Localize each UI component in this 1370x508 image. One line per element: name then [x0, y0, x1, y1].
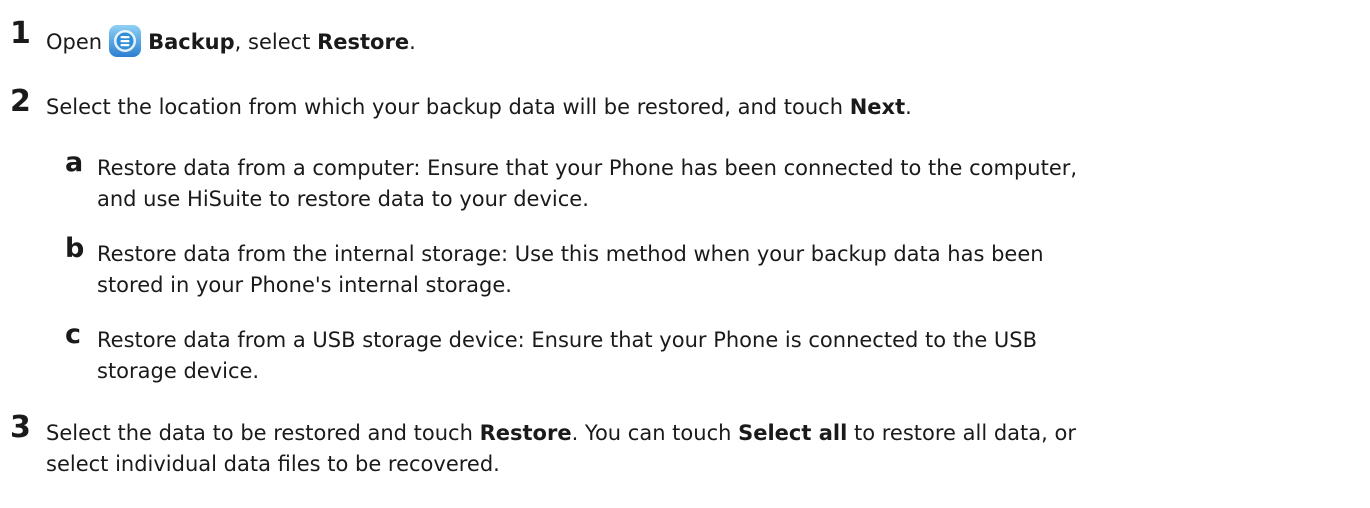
substep-a: a Restore data from a computer: Ensure t…: [60, 148, 1370, 220]
substep-a-text: Restore data from a computer: Ensure tha…: [97, 153, 1077, 215]
substep-b-line-2: stored in your Phone's internal storage.: [97, 273, 512, 297]
substep-c-line-2: storage device.: [97, 359, 260, 383]
step-number: 2: [10, 84, 31, 119]
step-3-body: Select the data to be restored and touch: [46, 421, 480, 445]
period: .: [905, 95, 912, 119]
step-2: 2 Select the location from which your ba…: [0, 87, 1365, 127]
backup-app-icon: [109, 25, 142, 57]
substep-b-line-1: Restore data from the internal storage: …: [97, 242, 1044, 266]
substep-c: c Restore data from a USB storage device…: [60, 320, 1370, 392]
substep-a-line-1: Restore data from a computer: Ensure tha…: [97, 156, 1078, 180]
step-number: 3: [10, 410, 31, 445]
substep-b-text: Restore data from the internal storage: …: [97, 239, 1044, 301]
substep-letter: a: [65, 147, 84, 178]
step-2-text: Select the location from which your back…: [46, 92, 912, 123]
substep-b: b Restore data from the internal storage…: [60, 234, 1370, 306]
substep-c-line-1: Restore data from a USB storage device: …: [97, 328, 1038, 352]
step-3-tail: to restore all data, or: [847, 421, 1076, 445]
open-label: Open: [46, 30, 103, 54]
backup-app-name: Backup: [148, 30, 235, 54]
step-number: 1: [10, 16, 31, 51]
step-3-line-2: select individual data files to be recov…: [46, 452, 500, 476]
step-1: 1 Open Backup, select Restore.: [0, 19, 1365, 59]
substep-letter: b: [65, 233, 85, 264]
substep-c-text: Restore data from a USB storage device: …: [97, 325, 1037, 387]
substep-letter: c: [65, 319, 82, 350]
restore-action: Restore: [479, 421, 572, 445]
step-3-connector: . You can touch: [571, 421, 739, 445]
step-3: 3 Select the data to be restored and tou…: [0, 413, 1365, 493]
step-3-line-1: Select the data to be restored and touch…: [46, 418, 1076, 449]
step-2-body: Select the location from which your back…: [46, 95, 850, 119]
step-3-text: Select the data to be restored and touch…: [46, 418, 1076, 480]
restore-action: Restore: [317, 30, 410, 54]
substep-a-line-2: and use HiSuite to restore data to your …: [97, 187, 589, 211]
select-all-action: Select all: [738, 421, 848, 445]
next-action: Next: [849, 95, 906, 119]
step-1-text: Open Backup, select Restore.: [46, 24, 416, 58]
period: .: [409, 30, 416, 54]
document-page: 1 Open Backup, select Restore. 2 Select …: [0, 0, 1370, 508]
step-1-connector: , select: [234, 30, 318, 54]
